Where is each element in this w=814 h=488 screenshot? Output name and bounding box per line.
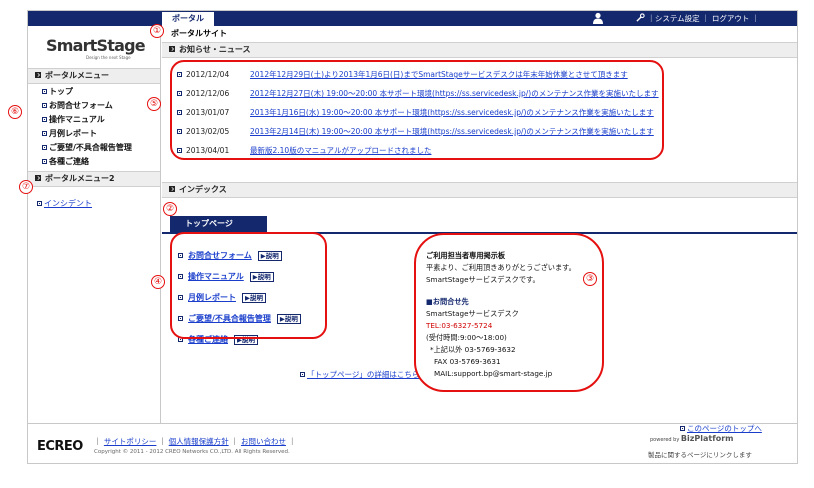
incident-link-label: インシデント — [44, 199, 92, 208]
portal-menu-header: ポータルメニュー — [28, 68, 160, 84]
footer: ECREO ｜ サイトポリシー ｜ 個人情報保護方針 ｜ お問い合わせ ｜ Co… — [28, 423, 797, 463]
annotation-box-news — [170, 60, 664, 160]
annotation-number-6: ⑥ — [8, 105, 22, 119]
wrench-icon — [636, 13, 645, 22]
sidebar-item-contacts[interactable]: 各種ご連絡 — [42, 156, 89, 167]
sidebar-item-label: トップ — [49, 87, 73, 96]
annotation-number-3: ③ — [583, 272, 597, 286]
square-icon — [35, 175, 41, 181]
annotation-number-2: ② — [163, 202, 177, 216]
annotation-number-7: ⑦ — [19, 180, 33, 194]
bullet-icon — [42, 159, 47, 164]
footer-links: ｜ サイトポリシー ｜ 個人情報保護方針 ｜ お問い合わせ ｜ — [94, 437, 296, 446]
top-links-text[interactable]: ｜システム設定 ｜ ログアウト ｜ — [647, 14, 759, 23]
portal-menu-title: ポータルメニュー — [45, 71, 109, 80]
square-icon — [169, 186, 175, 192]
smartstage-logo[interactable]: SmartStage Design the next Stage — [46, 38, 146, 64]
page-title: ポータルサイト — [171, 29, 227, 38]
ecreo-wordmark: ECREO — [37, 439, 83, 454]
toppage-detail-link[interactable]: 「トップページ」の詳細はこちら — [300, 369, 419, 380]
sidebar-item-label: 月例レポート — [49, 129, 97, 138]
sidebar-item-label: 各種ご連絡 — [49, 157, 89, 166]
bullet-icon — [42, 89, 47, 94]
tab-toppage[interactable]: トップページ — [170, 216, 267, 232]
top-navigation-bar: ポータル ｜システム設定 ｜ ログアウト ｜ — [28, 11, 797, 26]
index-section-header: インデックス — [162, 182, 797, 198]
portal-menu2-header: ポータルメニュー2 — [28, 171, 160, 187]
sidebar-item-label: 操作マニュアル — [49, 115, 105, 124]
annotation-number-1: ① — [150, 24, 164, 38]
sidebar-item-monthly-report[interactable]: 月例レポート — [42, 128, 97, 139]
bizplatform-logo: BizPlatform — [680, 434, 734, 443]
sidebar-item-manual[interactable]: 操作マニュアル — [42, 114, 105, 125]
annotation-number-5: ⑤ — [147, 97, 161, 111]
square-icon — [35, 72, 41, 78]
sidebar-item-label: お問合せフォーム — [49, 101, 113, 110]
top-links[interactable]: ｜システム設定 ｜ ログアウト ｜ — [636, 11, 759, 26]
news-section-header: お知らせ・ニュース — [162, 42, 797, 58]
index-section-title: インデックス — [179, 185, 227, 194]
contact-link[interactable]: お問い合わせ — [241, 437, 286, 446]
bullet-icon — [42, 103, 47, 108]
site-policy-link[interactable]: サイトポリシー — [104, 437, 157, 446]
annotation-number-4: ④ — [151, 275, 165, 289]
bullet-icon — [37, 201, 42, 206]
tab-portal[interactable]: ポータル — [162, 12, 214, 26]
sidebar-item-label: ご要望/不具合報告管理 — [49, 143, 132, 152]
ecreo-logo[interactable]: ECREO — [37, 439, 83, 454]
powered-by-text: powered by — [650, 437, 680, 443]
privacy-policy-link[interactable]: 個人情報保護方針 — [169, 437, 229, 446]
news-section-title: お知らせ・ニュース — [179, 45, 251, 54]
bullet-icon — [42, 145, 47, 150]
sidebar-item-top[interactable]: トップ — [42, 86, 73, 97]
sidebar-item-inquiry-form[interactable]: お問合せフォーム — [42, 100, 113, 111]
sidebar-item-requests[interactable]: ご要望/不具合報告管理 — [42, 142, 132, 153]
product-link-note: 製品に関するページにリンクします — [648, 451, 752, 459]
logo-wordmark: SmartStage — [46, 36, 146, 55]
sidebar-item-incident[interactable]: インシデント — [37, 198, 92, 209]
bullet-icon — [42, 117, 47, 122]
user-icon[interactable] — [592, 12, 604, 24]
copyright: Copyright © 2011 - 2012 CREO Networks CO… — [94, 449, 290, 455]
powered-by[interactable]: powered by BizPlatform — [650, 434, 734, 443]
sidebar: SmartStage Design the next Stage ポータルメニュ… — [28, 26, 161, 423]
detail-link-label: 「トップページ」の詳細はこちら — [307, 370, 420, 379]
annotation-box-quick-links — [170, 232, 327, 339]
bullet-icon — [42, 131, 47, 136]
logo-tagline: Design the next Stage — [86, 55, 131, 60]
square-icon — [169, 46, 175, 52]
bullet-icon — [300, 372, 305, 377]
annotation-box-notice — [414, 233, 604, 392]
portal-menu2-title: ポータルメニュー2 — [45, 174, 115, 183]
